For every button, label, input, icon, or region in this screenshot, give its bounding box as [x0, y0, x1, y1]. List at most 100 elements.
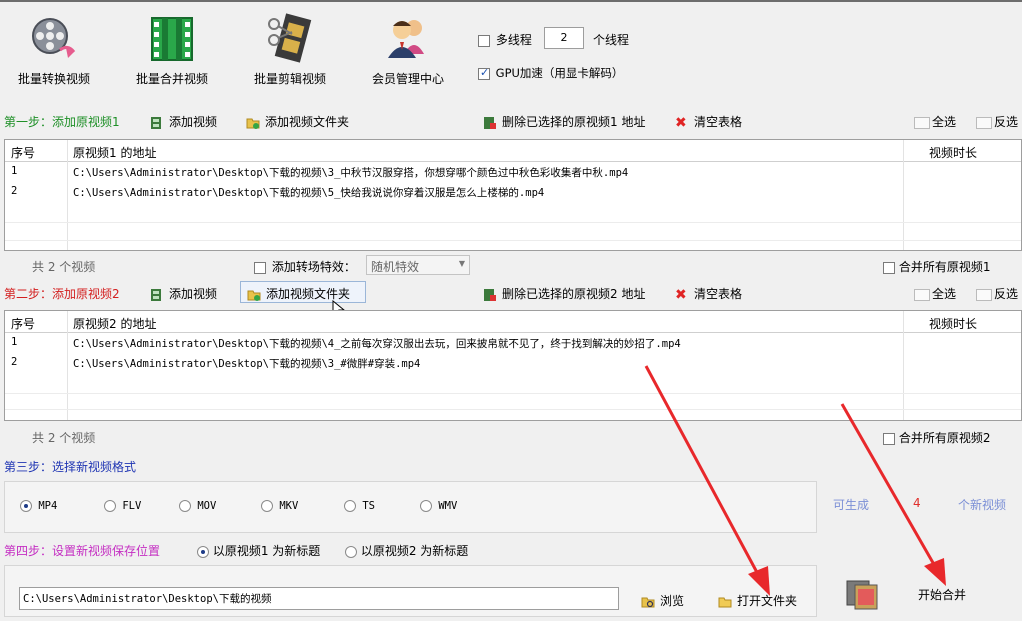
video2-table-header: 序号 原视频2 的地址 视频时长 [5, 311, 1021, 333]
table-row[interactable]: 1 C:\Users\Administrator\Desktop\下载的视频\3… [5, 162, 1021, 182]
film-strip-icon [144, 10, 200, 66]
column-index: 序号 [11, 146, 36, 160]
format-ts-radio[interactable]: TS [344, 500, 375, 512]
start-merge-button[interactable]: 开始合并 [918, 586, 966, 603]
batch-convert-button[interactable]: 批量转换视频 [12, 10, 96, 87]
users-icon [380, 10, 436, 66]
batch-merge-button[interactable]: 批量合并视频 [130, 10, 214, 87]
step1-select-all-label: 全选 [932, 115, 957, 129]
film-reel-icon [26, 10, 82, 66]
step2-delete-selected-button[interactable]: 删除已选择的原视频2 地址 [483, 285, 645, 302]
close-icon: ✖ [675, 114, 687, 131]
gpu-checkbox[interactable] [478, 66, 490, 80]
column-index: 序号 [11, 317, 36, 331]
table-row[interactable]: 2 C:\Users\Administrator\Desktop\下载的视频\5… [5, 182, 1021, 202]
merge-all-video1-checkbox[interactable] [883, 261, 895, 274]
transition-label: 添加转场特效： [271, 260, 356, 274]
step1-add-video-label: 添加视频 [169, 115, 218, 129]
format-mkv-radio[interactable]: MKV [261, 500, 298, 512]
step2-clear-table-label: 清空表格 [694, 287, 743, 301]
video1-table-header: 序号 原视频1 的地址 视频时长 [5, 140, 1021, 162]
step4-title: 第四步：设置新视频保存位置 [4, 544, 161, 558]
transition-checkbox[interactable] [254, 261, 266, 274]
transition-select[interactable]: 随机特效 ▼ [366, 255, 470, 275]
column-path: 原视频2 的地址 [73, 317, 157, 331]
open-folder-button[interactable]: 打开文件夹 [718, 592, 797, 609]
film-delete-icon [484, 116, 496, 129]
folder-add-icon [247, 290, 261, 301]
video1-table[interactable]: 序号 原视频1 的地址 视频时长 1 C:\Users\Administrato… [4, 139, 1022, 251]
generate-count: 4 [913, 496, 921, 510]
invert-select-icon [976, 288, 992, 301]
format-flv-radio[interactable]: FLV [104, 500, 141, 512]
chevron-down-icon: ▼ [458, 259, 465, 268]
member-center-button[interactable]: 会员管理中心 [366, 10, 450, 87]
transition-value: 随机特效 [371, 260, 420, 274]
batch-convert-label: 批量转换视频 [17, 72, 90, 86]
step1-delete-selected-button[interactable]: 删除已选择的原视频1 地址 [483, 113, 645, 130]
step1-select-all-button[interactable]: 全选 [914, 113, 956, 130]
step1-clear-table-button[interactable]: ✖ 清空表格 [675, 113, 742, 130]
column-path: 原视频1 的地址 [73, 146, 157, 160]
step2-count: 共 2 个视频 [32, 431, 96, 445]
folder-add-icon [246, 118, 260, 129]
step1-title: 第一步：添加原视频1 [4, 115, 120, 129]
window-top-border [0, 0, 1022, 2]
browse-label: 浏览 [660, 594, 685, 608]
invert-select-icon [976, 116, 992, 129]
folder-search-icon [641, 597, 655, 607]
close-icon: ✖ [675, 286, 687, 303]
step1-add-folder-button[interactable]: 添加视频文件夹 [246, 113, 349, 130]
step2-clear-table-button[interactable]: ✖ 清空表格 [675, 285, 742, 302]
table-row[interactable]: 2 C:\Users\Administrator\Desktop\下载的视频\3… [5, 353, 1021, 373]
column-duration: 视频时长 [929, 317, 978, 331]
step1-invert-label: 反选 [994, 115, 1019, 129]
thread-unit-label: 个线程 [593, 33, 630, 47]
step2-add-video-button[interactable]: 添加视频 [150, 285, 217, 302]
film-delete-icon [484, 288, 496, 301]
gpu-label: GPU加速（用显卡解码） [495, 66, 624, 80]
title-option2-radio[interactable]: 以原视频2 为新标题 [345, 542, 468, 559]
step1-add-folder-label: 添加视频文件夹 [265, 115, 350, 129]
folder-open-icon [718, 597, 732, 607]
step2-title: 第二步：添加原视频2 [4, 287, 120, 301]
batch-clip-button[interactable]: 批量剪辑视频 [248, 10, 332, 87]
format-mp4-radio[interactable]: MP4 [20, 500, 57, 512]
merge-film-icon [845, 577, 879, 614]
merge-all-video2-label: 合并所有原视频2 [898, 431, 991, 445]
step1-invert-button[interactable]: 反选 [976, 113, 1018, 130]
save-path-input[interactable]: C:\Users\Administrator\Desktop\下载的视频 [19, 587, 619, 610]
video2-table[interactable]: 序号 原视频2 的地址 视频时长 1 C:\Users\Administrato… [4, 310, 1022, 421]
row-path: C:\Users\Administrator\Desktop\下载的视频\5_快… [73, 187, 545, 199]
step3-title: 第三步：选择新视频格式 [4, 460, 137, 474]
merge-all-video1-label: 合并所有原视频1 [898, 260, 991, 274]
step2-invert-button[interactable]: 反选 [976, 285, 1018, 302]
row-index: 2 [11, 356, 18, 368]
film-add-icon [151, 288, 161, 301]
column-duration: 视频时长 [929, 146, 978, 160]
row-index: 1 [11, 165, 18, 177]
film-cut-icon [262, 10, 318, 66]
merge-all-video2-checkbox[interactable] [883, 432, 895, 445]
select-all-icon [914, 288, 930, 301]
start-merge-label: 开始合并 [918, 588, 967, 602]
step2-select-all-label: 全选 [932, 287, 957, 301]
multithread-checkbox[interactable] [478, 34, 490, 47]
member-center-label: 会员管理中心 [371, 72, 444, 86]
step1-add-video-button[interactable]: 添加视频 [150, 113, 217, 130]
format-mov-radio[interactable]: MOV [179, 500, 216, 512]
thread-count-input[interactable]: 2 [544, 27, 584, 49]
browse-button[interactable]: 浏览 [641, 592, 684, 609]
step1-clear-table-label: 清空表格 [694, 115, 743, 129]
film-add-icon [151, 116, 161, 129]
batch-clip-label: 批量剪辑视频 [253, 72, 326, 86]
batch-merge-label: 批量合并视频 [135, 72, 208, 86]
step2-invert-label: 反选 [994, 287, 1019, 301]
row-path: C:\Users\Administrator\Desktop\下载的视频\3_#… [73, 358, 421, 370]
step2-select-all-button[interactable]: 全选 [914, 285, 956, 302]
open-folder-label: 打开文件夹 [737, 594, 798, 608]
row-index: 2 [11, 185, 18, 197]
format-wmv-radio[interactable]: WMV [420, 500, 457, 512]
title-option1-radio[interactable]: 以原视频1 为新标题 [197, 542, 320, 559]
table-row[interactable]: 1 C:\Users\Administrator\Desktop\下载的视频\4… [5, 333, 1021, 353]
